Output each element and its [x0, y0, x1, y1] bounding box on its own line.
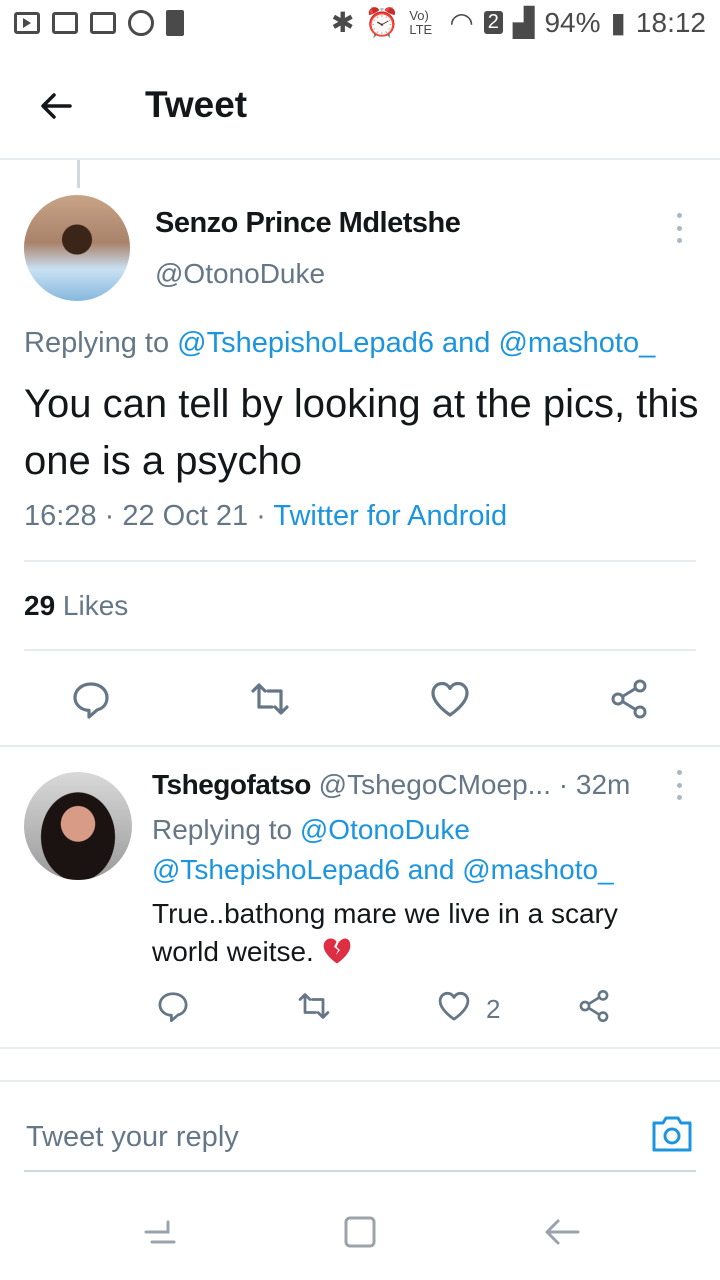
- battery-icon: ▮: [610, 7, 626, 38]
- youtube-notification-icon: [14, 12, 40, 34]
- replying-prefix: Replying to: [152, 814, 300, 845]
- clock: 18:12: [635, 6, 706, 38]
- reply-tweet-author-handle[interactable]: @TshegoCMoep...: [319, 769, 551, 800]
- main-tweet-meta: 16:28 · 22 Oct 21 · Twitter for Android: [24, 500, 507, 533]
- mention-link[interactable]: @OtonoDuke: [300, 814, 470, 845]
- like-icon[interactable]: [436, 988, 472, 1024]
- sd-card-icon: [166, 10, 184, 36]
- like-icon[interactable]: [428, 677, 472, 721]
- retweet-icon[interactable]: [248, 677, 292, 721]
- app-header: Tweet: [0, 60, 720, 160]
- more-vert-icon[interactable]: [675, 770, 683, 800]
- main-tweet-avatar[interactable]: [24, 195, 130, 301]
- divider: [24, 649, 696, 651]
- reply-tweet-body: True..bathong mare we live in a scary wo…: [152, 895, 692, 971]
- sim-badge: 2: [483, 11, 503, 34]
- more-vert-icon[interactable]: [675, 213, 683, 243]
- share-icon[interactable]: [576, 988, 612, 1024]
- bluetooth-icon: ✱: [331, 7, 355, 38]
- share-icon[interactable]: [607, 677, 651, 721]
- recent-apps-icon[interactable]: [138, 1210, 182, 1254]
- likes-count: 29: [24, 590, 56, 621]
- nav-back-icon[interactable]: [540, 1210, 584, 1254]
- reply-tweet-replying-to: Replying to @OtonoDuke @TshepishoLepad6 …: [152, 810, 692, 890]
- likes-summary[interactable]: 29 Likes: [24, 590, 128, 622]
- reply-tweet-time: · 32m: [558, 769, 631, 800]
- reply-input[interactable]: [24, 1113, 628, 1161]
- main-tweet-replying-to: Replying to @TshepishoLepad6 and @mashot…: [24, 327, 655, 360]
- tweet-time: 16:28: [24, 500, 97, 532]
- divider: [0, 1047, 720, 1049]
- meta-separator: ·: [96, 500, 123, 532]
- thread-connector-line: [77, 160, 80, 188]
- main-tweet-author-handle[interactable]: @OtonoDuke: [155, 258, 325, 290]
- status-bar: ✱ ⏰ Vo) LTE ◠ 2 ▟ 94% ▮ 18:12: [0, 0, 720, 50]
- meta-separator: ·: [248, 500, 274, 532]
- tweet-date: 22 Oct 21: [122, 500, 249, 532]
- reply-tweet-text: True..bathong mare we live in a scary wo…: [152, 898, 618, 967]
- signal-icon: ▟: [512, 7, 535, 38]
- divider: [24, 560, 696, 562]
- battery-percent: 94%: [544, 6, 601, 38]
- main-tweet-author-name[interactable]: Senzo Prince Mdletshe: [155, 207, 461, 240]
- mention-link[interactable]: @mashoto_: [498, 327, 655, 359]
- gallery-notification-icon: [90, 12, 116, 34]
- page-title: Tweet: [145, 84, 248, 125]
- mention-link[interactable]: @TshepishoLepad6: [152, 854, 400, 885]
- replying-prefix: Replying to: [24, 327, 178, 359]
- back-arrow-icon[interactable]: [36, 86, 76, 126]
- replying-and: and: [433, 327, 499, 359]
- camera-icon[interactable]: [650, 1112, 694, 1154]
- main-tweet-text: You can tell by looking at the pics, thi…: [24, 382, 699, 483]
- reply-icon[interactable]: [69, 677, 113, 721]
- tweet-client-link[interactable]: Twitter for Android: [273, 500, 507, 532]
- wifi-icon: ◠: [449, 7, 474, 38]
- reply-tweet-author-name[interactable]: Tshegofatso: [152, 769, 311, 800]
- alarm-icon: ⏰: [364, 7, 400, 38]
- reply-tweet-header: Tshegofatso @TshegoCMoep... · 32m: [152, 769, 630, 801]
- retweet-icon[interactable]: [296, 988, 332, 1024]
- likes-label: Likes: [55, 590, 129, 621]
- chrome-notification-icon: [128, 10, 154, 36]
- reply-like-count: 2: [486, 994, 501, 1024]
- reply-icon[interactable]: [155, 988, 191, 1024]
- broken-heart-emoji: [323, 938, 350, 964]
- volte-label: Vo) LTE: [409, 7, 433, 37]
- gmail-notification-icon: [52, 12, 78, 34]
- reply-tweet-avatar[interactable]: [24, 772, 132, 880]
- mention-link[interactable]: @mashoto_: [462, 854, 613, 885]
- divider: [0, 1080, 720, 1082]
- home-icon[interactable]: [338, 1210, 382, 1254]
- reply-input-underline: [24, 1170, 696, 1172]
- divider: [0, 745, 720, 747]
- replying-and: and: [399, 854, 463, 885]
- mention-link[interactable]: @TshepishoLepad6: [177, 327, 434, 359]
